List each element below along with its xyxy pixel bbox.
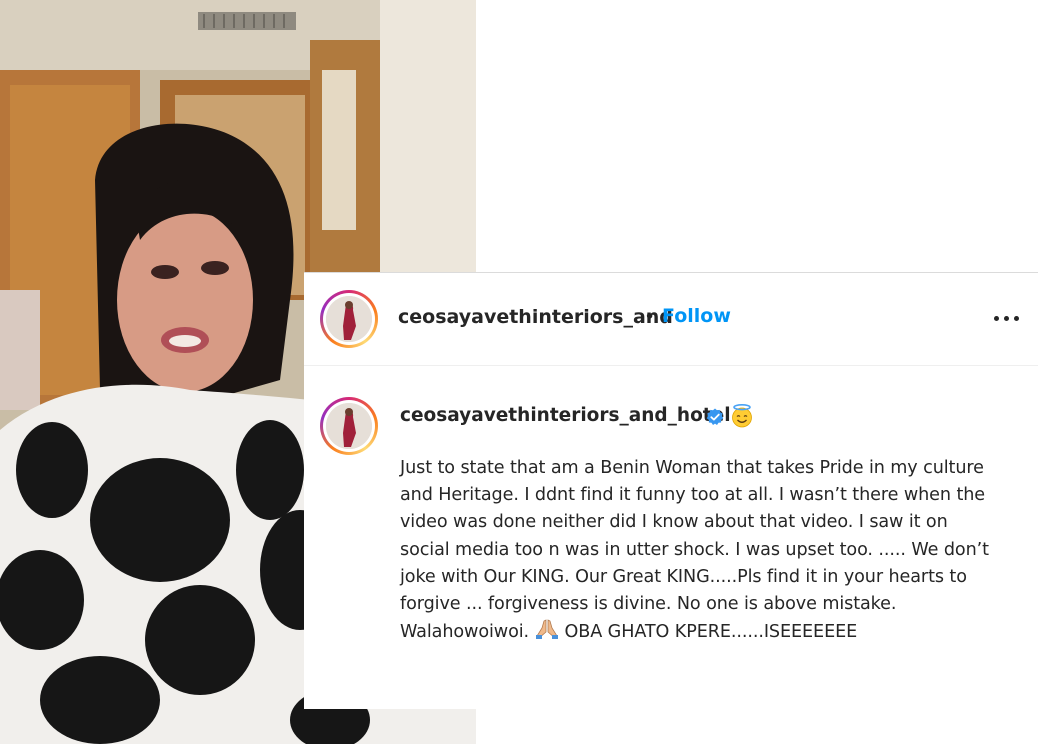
caption-text: Just to state that am a Benin Woman that…	[400, 455, 1030, 646]
caption-line: social media too n was in utter shock. I…	[400, 539, 989, 560]
caption-line: Walahowoiwoi.	[400, 622, 530, 643]
caption-line: and Heritage. I ddnt find it funny too a…	[400, 485, 986, 506]
folded-hands-emoji	[535, 619, 558, 640]
caption-line: video was done neither did I know about …	[400, 512, 948, 533]
follow-button[interactable]: Follow	[662, 305, 731, 327]
caption-line: Just to state that am a Benin Woman that…	[400, 458, 984, 478]
caption-username[interactable]: ceosayavethinteriors_and_hotel	[400, 405, 731, 426]
separator-dot: •	[644, 306, 656, 328]
post-header: ceosayavethinteriors_and • Follow	[304, 273, 1038, 366]
header-username[interactable]: ceosayavethinteriors_and	[398, 306, 673, 328]
smiling-face-with-halo-emoji	[732, 404, 752, 428]
more-options-icon[interactable]	[994, 301, 1020, 335]
avatar-photo	[326, 296, 372, 342]
instagram-post-card: ceosayavethinteriors_and • Follow ceosay…	[304, 272, 1038, 709]
verified-badge-icon	[706, 408, 724, 425]
caption-closing-text: OBA GHATO KPERE......ISEEEEEEE	[564, 622, 858, 643]
avatar-photo	[326, 403, 372, 449]
profile-avatar[interactable]	[320, 290, 378, 348]
caption-avatar[interactable]	[320, 397, 378, 455]
caption-line: joke with Our KING. Our Great KING.....P…	[400, 566, 967, 587]
caption-line: forgive ... forgiveness is divine. No on…	[400, 594, 897, 615]
caption-last-line: Walahowoiwoi. OBA GHATO KPERE......ISEEE…	[400, 618, 1030, 646]
